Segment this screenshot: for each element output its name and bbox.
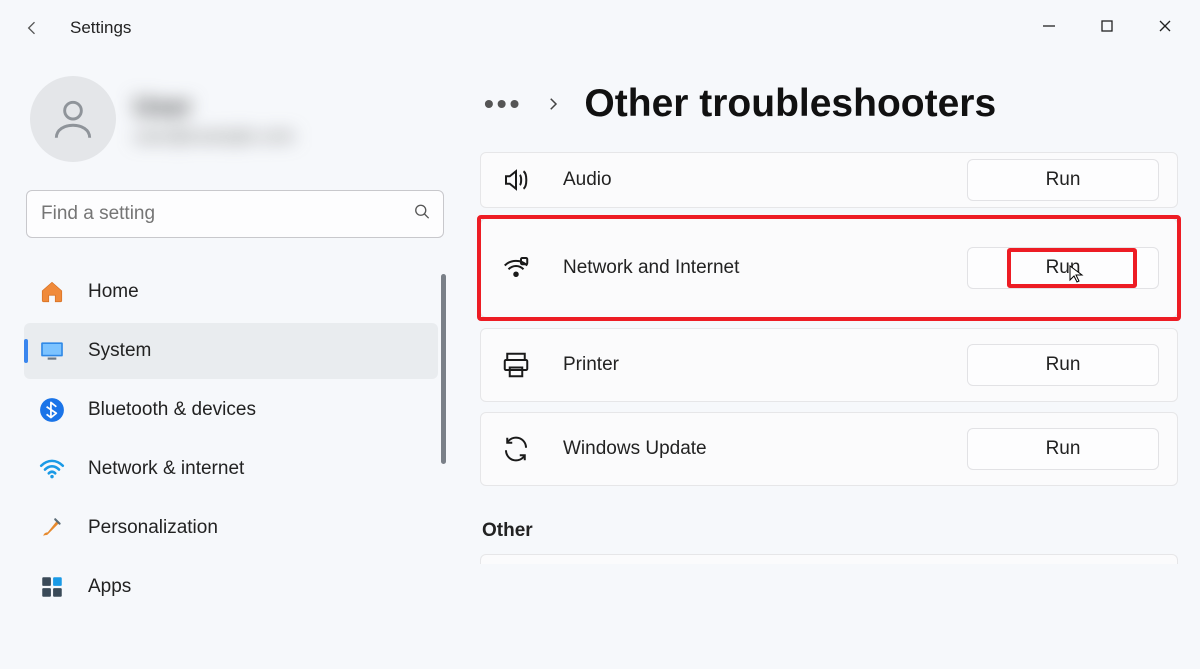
profile-block[interactable]: User user@example.com — [24, 76, 446, 162]
back-button[interactable] — [22, 18, 42, 38]
troubleshooter-card-windows-update: Windows Update Run — [480, 412, 1178, 486]
troubleshooter-label: Printer — [563, 354, 619, 376]
chevron-right-icon — [544, 95, 562, 113]
title-bar: Settings — [0, 0, 1200, 56]
main-content: ••• Other troubleshooters Audio Run — [460, 56, 1200, 669]
sidebar-item-network[interactable]: Network & internet — [24, 441, 438, 497]
minimize-button[interactable] — [1020, 6, 1078, 46]
printer-icon — [499, 348, 533, 382]
next-card-sliver — [480, 554, 1178, 564]
run-button-network[interactable]: Run — [967, 247, 1159, 289]
network-wifi-icon — [499, 251, 533, 285]
bluetooth-icon — [38, 396, 66, 424]
troubleshooter-label: Network and Internet — [563, 257, 739, 279]
breadcrumb: ••• Other troubleshooters — [484, 82, 1178, 126]
sidebar-item-label: Apps — [88, 576, 131, 598]
sidebar-item-label: Home — [88, 281, 139, 303]
sidebar-scrollbar[interactable] — [441, 274, 446, 464]
profile-name: User — [134, 91, 294, 122]
troubleshooter-card-audio: Audio Run — [480, 152, 1178, 208]
wifi-icon — [38, 455, 66, 483]
close-button[interactable] — [1136, 6, 1194, 46]
home-icon — [38, 278, 66, 306]
sidebar-item-system[interactable]: System — [24, 323, 438, 379]
paintbrush-icon — [38, 514, 66, 542]
speaker-icon — [499, 163, 533, 197]
sidebar-item-label: Personalization — [88, 517, 218, 539]
app-title: Settings — [70, 18, 131, 38]
run-button-windows-update[interactable]: Run — [967, 428, 1159, 470]
breadcrumb-ellipsis-button[interactable]: ••• — [484, 90, 522, 118]
apps-icon — [38, 573, 66, 601]
maximize-button[interactable] — [1078, 6, 1136, 46]
sidebar: User user@example.com Home Sy — [0, 56, 460, 669]
search-icon — [412, 202, 432, 227]
run-button-printer[interactable]: Run — [967, 344, 1159, 386]
update-arrows-icon — [499, 432, 533, 466]
search-input[interactable] — [26, 190, 444, 238]
sidebar-nav: Home System Bluetooth & devices Network … — [24, 264, 446, 615]
section-heading-other: Other — [482, 520, 1178, 542]
sidebar-item-apps[interactable]: Apps — [24, 559, 438, 615]
troubleshooter-list: Audio Run Network and Internet Run — [480, 152, 1178, 486]
window-controls — [1020, 6, 1194, 46]
troubleshooter-label: Audio — [563, 169, 612, 191]
sidebar-item-label: System — [88, 340, 151, 362]
sidebar-item-home[interactable]: Home — [24, 264, 438, 320]
search-container — [26, 190, 444, 238]
troubleshooter-card-network-wrapper: Network and Internet Run — [480, 218, 1178, 318]
troubleshooter-card-printer: Printer Run — [480, 328, 1178, 402]
profile-text: User user@example.com — [134, 91, 294, 147]
system-icon — [38, 337, 66, 365]
page-title: Other troubleshooters — [584, 82, 996, 126]
sidebar-item-label: Bluetooth & devices — [88, 399, 256, 421]
avatar — [30, 76, 116, 162]
profile-email: user@example.com — [134, 126, 294, 147]
troubleshooter-label: Windows Update — [563, 438, 707, 460]
sidebar-item-bluetooth[interactable]: Bluetooth & devices — [24, 382, 438, 438]
troubleshooter-card-network: Network and Internet Run — [480, 218, 1178, 318]
sidebar-item-label: Network & internet — [88, 458, 244, 480]
run-button-audio[interactable]: Run — [967, 159, 1159, 201]
sidebar-item-personalization[interactable]: Personalization — [24, 500, 438, 556]
